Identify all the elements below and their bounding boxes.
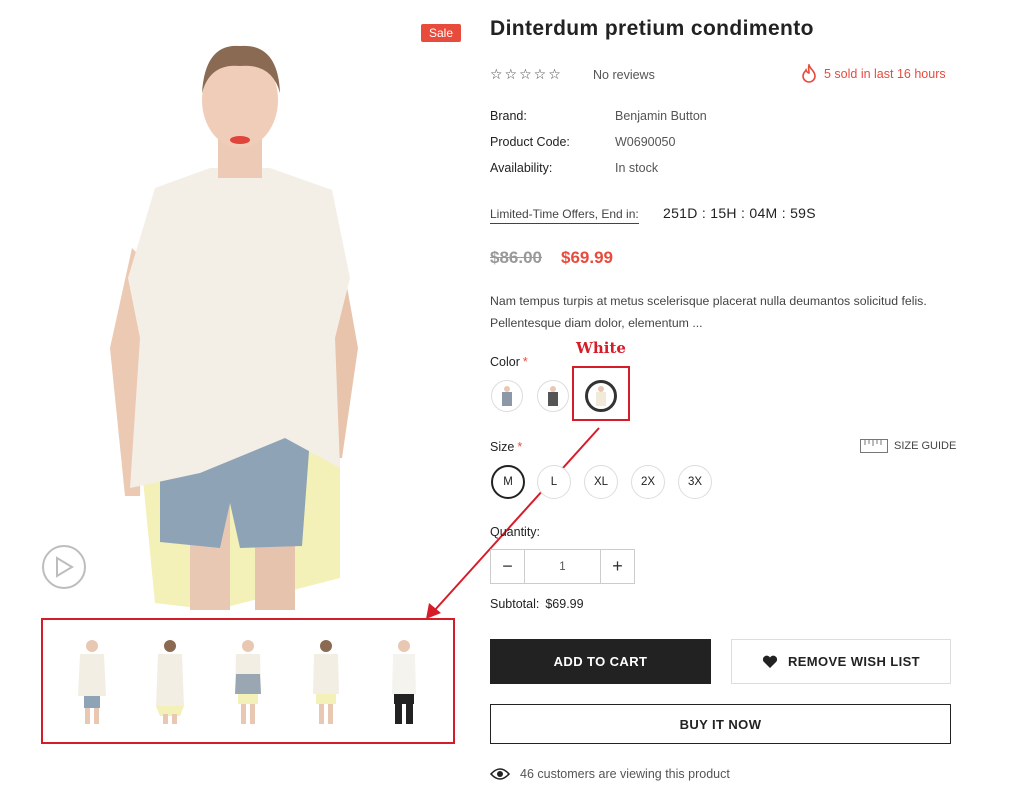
size-guide-label: SIZE GUIDE bbox=[894, 440, 957, 452]
thumbnail-1[interactable] bbox=[72, 636, 112, 726]
ruler-icon bbox=[860, 439, 888, 453]
thumbnail-4[interactable] bbox=[306, 636, 346, 726]
thumbnail-2[interactable] bbox=[150, 636, 190, 726]
main-product-image[interactable] bbox=[40, 18, 460, 610]
play-video-button[interactable] bbox=[42, 545, 86, 589]
size-option-m[interactable]: M bbox=[491, 465, 525, 499]
sold-text: 5 sold in last 16 hours bbox=[824, 67, 946, 81]
availability-value: In stock bbox=[615, 161, 659, 175]
quantity-decrease-button[interactable]: − bbox=[491, 550, 525, 583]
add-to-cart-button[interactable]: ADD TO CART bbox=[490, 639, 711, 684]
size-label: Size * bbox=[490, 440, 522, 454]
quantity-stepper: − + bbox=[490, 549, 635, 584]
sale-price: $69.99 bbox=[561, 248, 613, 267]
quantity-increase-button[interactable]: + bbox=[600, 550, 634, 583]
short-description: Nam tempus turpis at metus scelerisque p… bbox=[490, 294, 927, 330]
color-label: Color * bbox=[490, 355, 528, 369]
brand-label: Brand: bbox=[490, 109, 527, 123]
color-label-text: Color bbox=[490, 355, 520, 369]
brand-value[interactable]: Benjamin Button bbox=[615, 109, 707, 123]
remove-wishlist-button[interactable]: REMOVE WISH LIST bbox=[731, 639, 951, 684]
remove-wishlist-label: REMOVE WISH LIST bbox=[787, 654, 921, 669]
subtotal-label: Subtotal: bbox=[490, 597, 540, 611]
countdown-timer: 251D : 15H : 04M : 59S bbox=[663, 205, 816, 221]
viewers-text: 46 customers are viewing this product bbox=[520, 767, 730, 781]
rating-stars[interactable]: ☆☆☆☆☆ bbox=[490, 66, 563, 83]
size-option-xl[interactable]: XL bbox=[584, 465, 618, 499]
required-mark: * bbox=[522, 355, 528, 369]
eye-icon bbox=[490, 768, 510, 780]
reviews-count[interactable]: No reviews bbox=[593, 68, 655, 82]
sold-indicator: 5 sold in last 16 hours bbox=[800, 64, 946, 84]
buy-now-button[interactable]: BUY IT NOW bbox=[490, 704, 951, 744]
quantity-label: Quantity: bbox=[490, 525, 541, 539]
color-annotation-label: White bbox=[576, 339, 626, 357]
thumbnail-5[interactable] bbox=[384, 636, 424, 726]
product-code-label: Product Code: bbox=[490, 135, 570, 149]
viewers-info: 46 customers are viewing this product bbox=[490, 767, 730, 781]
required-mark: * bbox=[517, 440, 523, 454]
subtotal-value: $69.99 bbox=[545, 597, 584, 611]
size-option-l[interactable]: L bbox=[537, 465, 571, 499]
thumbnail-strip bbox=[41, 618, 455, 744]
size-option-2x[interactable]: 2X bbox=[631, 465, 665, 499]
quantity-input[interactable] bbox=[525, 550, 600, 583]
size-guide-link[interactable]: SIZE GUIDE bbox=[860, 439, 956, 453]
color-swatch-black[interactable] bbox=[537, 380, 569, 412]
play-icon bbox=[56, 556, 74, 578]
size-option-3x[interactable]: 3X bbox=[678, 465, 712, 499]
old-price: $86.00 bbox=[490, 248, 542, 267]
size-label-text: Size bbox=[490, 440, 515, 454]
subtotal: Subtotal: $69.99 bbox=[490, 597, 584, 611]
product-title: Dinterdum pretium condimento bbox=[490, 17, 814, 40]
product-code-value: W0690050 bbox=[615, 135, 676, 149]
fire-icon bbox=[802, 64, 816, 83]
sale-badge: Sale bbox=[421, 24, 461, 42]
offer-label: Limited-Time Offers, End in: bbox=[490, 207, 639, 224]
heart-icon bbox=[762, 655, 778, 668]
availability-label: Availability: bbox=[490, 161, 553, 175]
thumbnail-3[interactable] bbox=[228, 636, 268, 726]
color-annotation-box bbox=[572, 366, 630, 421]
color-swatch-blue[interactable] bbox=[491, 380, 523, 412]
